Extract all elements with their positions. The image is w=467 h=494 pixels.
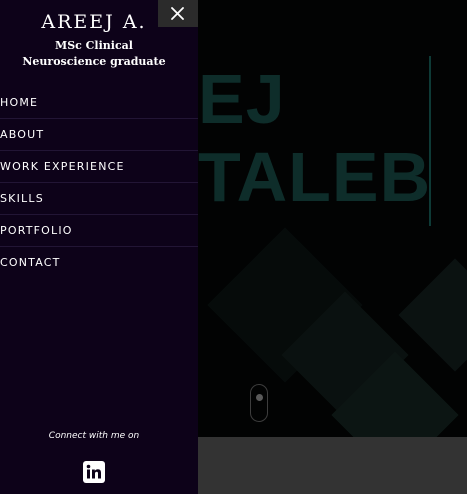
nav-item-work-experience[interactable]: WORK EXPERIENCE	[0, 151, 198, 183]
close-icon	[171, 7, 184, 20]
hero-title-line1: EJ	[198, 60, 286, 138]
linkedin-icon[interactable]	[83, 461, 105, 483]
nav-item-about[interactable]: ABOUT	[0, 119, 198, 151]
side-navigation: AREEJ A. MSc Clinical Neuroscience gradu…	[0, 0, 198, 494]
scroll-dot	[256, 394, 263, 401]
nav-item-contact[interactable]: CONTACT	[0, 247, 198, 279]
brand-subtitle: MSc Clinical Neuroscience graduate	[22, 39, 166, 68]
scroll-down-indicator[interactable]	[250, 384, 268, 422]
typing-cursor	[429, 56, 431, 226]
nav-item-skills[interactable]: SKILLS	[0, 183, 198, 215]
nav-item-portfolio[interactable]: PORTFOLIO	[0, 215, 198, 247]
hero-title-line2: TALEB	[198, 138, 432, 216]
connect-label: Connect with me on	[48, 431, 140, 441]
close-menu-button[interactable]	[158, 0, 198, 27]
hero-title: EJ TALEB	[198, 60, 431, 216]
nav-item-home[interactable]: HOME	[0, 87, 198, 119]
next-section-strip	[198, 437, 467, 494]
nav-menu: HOME ABOUT WORK EXPERIENCE SKILLS PORTFO…	[0, 87, 198, 279]
